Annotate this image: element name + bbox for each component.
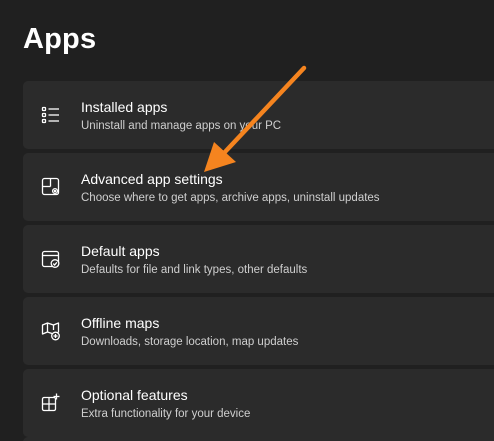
offline-maps-card[interactable]: Offline maps Downloads, storage location… [23,297,494,365]
optional-features-card[interactable]: Optional features Extra functionality fo… [23,369,494,437]
advanced-app-settings-card[interactable]: Advanced app settings Choose where to ge… [23,153,494,221]
advanced-app-settings-subtitle: Choose where to get apps, archive apps, … [81,192,380,204]
next-card-edge [23,437,494,441]
default-apps-title: Default apps [81,243,160,259]
apps-settings-page: Apps Installed apps Uninstall and manage… [0,0,494,441]
add-apps-icon [40,392,62,414]
installed-apps-title: Installed apps [81,99,168,115]
optional-features-subtitle: Extra functionality for your device [81,408,251,420]
installed-apps-card[interactable]: Installed apps Uninstall and manage apps… [23,81,494,149]
offline-maps-title: Offline maps [81,315,160,331]
default-apps-card[interactable]: Default apps Defaults for file and link … [23,225,494,293]
default-apps-subtitle: Defaults for file and link types, other … [81,264,308,276]
installed-apps-subtitle: Uninstall and manage apps on your PC [81,120,282,132]
offline-maps-subtitle: Downloads, storage location, map updates [81,336,299,348]
default-apps-icon [40,248,62,270]
advanced-app-settings-title: Advanced app settings [81,171,223,187]
optional-features-title: Optional features [81,387,188,403]
offline-map-icon [40,320,62,342]
list-icon [40,104,62,126]
page-title: Apps [23,23,97,55]
apps-settings-icon [40,176,62,198]
